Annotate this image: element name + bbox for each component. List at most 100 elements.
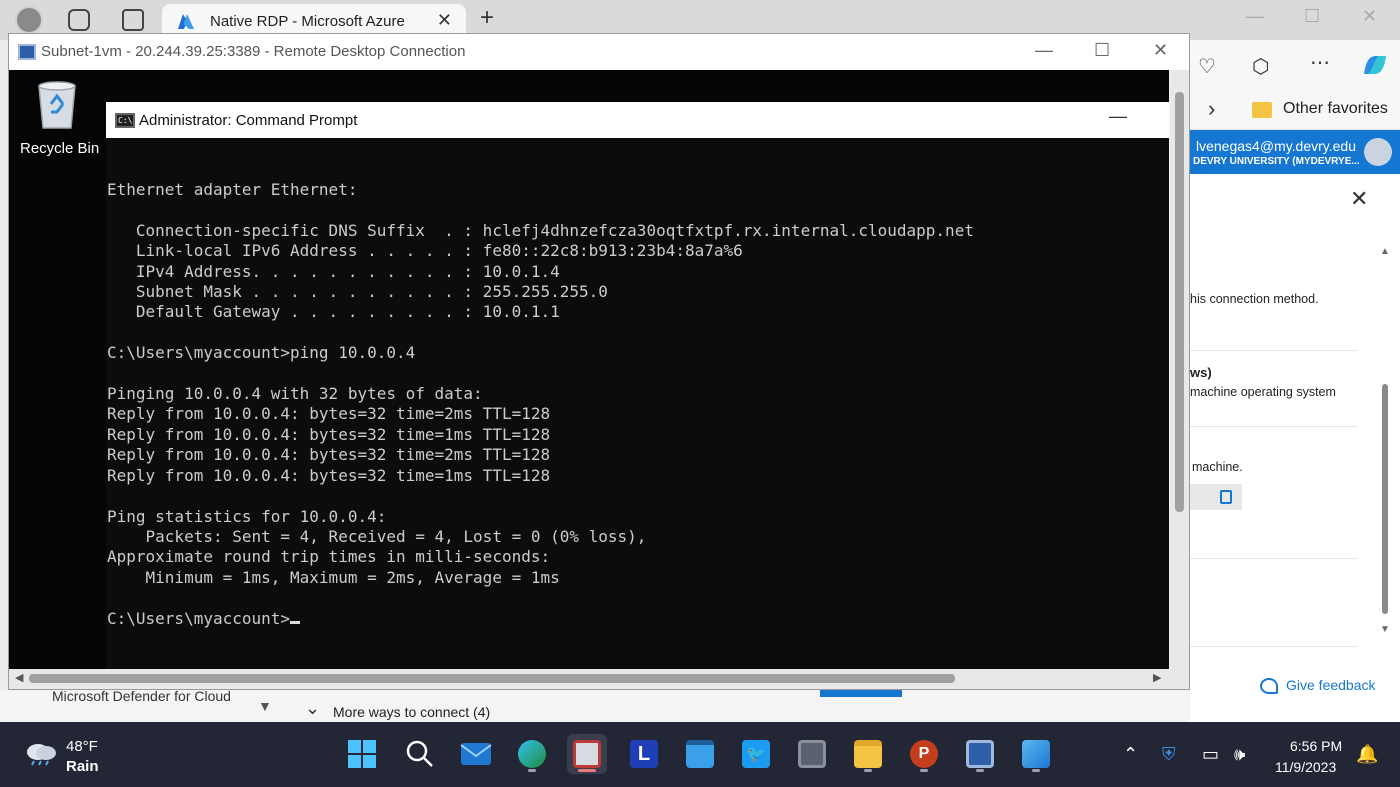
cmd-line: IPv4 Address. . . . . . . . . . . : 10.0… — [107, 261, 560, 281]
feedback-icon — [1260, 678, 1278, 694]
minimize-icon[interactable]: — — [1109, 106, 1127, 127]
cmd-line: Subnet Mask . . . . . . . . . . . : 255.… — [107, 282, 608, 302]
search-button[interactable] — [400, 734, 440, 774]
notification-bell-icon[interactable]: 🔔 — [1356, 744, 1378, 765]
browser-toolbar: ♡ ⬡ ⋯ — [1190, 40, 1400, 90]
more-icon[interactable]: ⋯ — [1310, 50, 1330, 75]
favorites-bar: › Other favorites — [1190, 90, 1400, 130]
cmd-line — [107, 323, 1169, 343]
close-panel-icon[interactable]: ✕ — [1350, 186, 1368, 212]
chevron-down-icon[interactable]: ⌄ — [305, 698, 320, 719]
cmd-title-bar[interactable]: C:\ Administrator: Command Prompt — — [106, 102, 1169, 138]
close-icon[interactable]: ✕ — [1362, 6, 1377, 27]
health-icon[interactable]: ♡ — [1198, 54, 1216, 79]
taskbar-notepad[interactable] — [680, 734, 720, 774]
rdp-title-bar[interactable]: Subnet-1vm - 20.244.39.25:3389 - Remote … — [9, 34, 1189, 70]
taskbar-paint[interactable] — [1016, 734, 1056, 774]
account-org: DEVRY UNIVERSITY (MYDEVRYE... — [1193, 156, 1360, 167]
windows-icon — [348, 740, 376, 768]
close-tab-icon[interactable]: ✕ — [437, 10, 452, 31]
minimize-icon[interactable]: — — [1246, 6, 1264, 27]
give-feedback-link[interactable]: Give feedback — [1286, 677, 1376, 693]
rdp-connection-icon — [966, 740, 994, 768]
cmd-line — [107, 486, 1169, 506]
minimize-icon[interactable]: — — [1035, 40, 1053, 61]
text-cursor — [290, 620, 301, 624]
volume-icon[interactable]: 🕪 — [1234, 744, 1245, 765]
scroll-left-icon[interactable]: ◀ — [15, 671, 23, 684]
other-favorites[interactable]: Other favorites — [1283, 100, 1388, 118]
maximize-icon[interactable]: ☐ — [1304, 6, 1320, 27]
portal-bottom-strip: Microsoft Defender for Cloud ▼ ⌄ More wa… — [0, 688, 1190, 722]
more-ways-to-connect[interactable]: More ways to connect (4) — [333, 704, 490, 720]
cmd-line — [107, 588, 1169, 608]
scroll-thumb[interactable] — [29, 674, 955, 683]
divider — [1190, 426, 1358, 427]
tab-actions-icon[interactable] — [122, 9, 144, 31]
primary-button-edge[interactable] — [820, 690, 902, 697]
divider — [1190, 350, 1358, 351]
recycle-bin-icon[interactable] — [35, 78, 79, 130]
recycle-bin-label: Recycle Bin — [20, 140, 100, 157]
remote-desktop-icon — [573, 740, 601, 768]
taskbar-mail[interactable] — [456, 734, 496, 774]
account-email: lvenegas4@my.devry.edu — [1196, 138, 1356, 154]
panel-text-machine: machine. — [1192, 460, 1243, 474]
weather-rain-icon[interactable] — [24, 740, 58, 766]
cmd-line — [107, 200, 1169, 220]
vertical-scrollbar[interactable] — [1170, 70, 1189, 669]
cmd-line: Reply from 10.0.0.4: bytes=32 time=1ms T… — [107, 465, 551, 485]
avatar[interactable] — [1364, 138, 1392, 166]
taskbar-rdp-connection[interactable] — [960, 734, 1000, 774]
scroll-down-icon[interactable]: ▼ — [1380, 624, 1390, 635]
copy-icon — [1220, 490, 1232, 504]
new-tab-icon[interactable]: + — [480, 4, 494, 32]
remote-desktop-area[interactable]: Recycle Bin C:\ Administrator: Command P… — [9, 70, 1169, 669]
paint-icon — [1022, 740, 1050, 768]
chevron-right-icon[interactable]: › — [1208, 96, 1215, 122]
panel-text-connection: his connection method. — [1190, 292, 1319, 306]
cmd-line: Pinging 10.0.0.4 with 32 bytes of data: — [107, 384, 483, 404]
taskbar-remote-desktop[interactable] — [567, 734, 607, 774]
twitter-icon: 🐦 — [742, 740, 770, 768]
network-icon[interactable]: ▭ — [1202, 744, 1219, 765]
copy-button[interactable] — [1190, 484, 1242, 510]
running-indicator — [920, 769, 928, 772]
panel-text-os: machine operating system — [1190, 385, 1336, 399]
shield-icon[interactable]: ⛨ — [1162, 744, 1176, 765]
cmd-line: Ping statistics for 10.0.0.4: — [107, 506, 387, 526]
account-bar[interactable]: lvenegas4@my.devry.edu DEVRY UNIVERSITY … — [1190, 130, 1400, 174]
taskbar-calculator[interactable] — [792, 734, 832, 774]
scroll-thumb[interactable] — [1382, 384, 1388, 614]
azure-connect-panel: ✕ ▲ his connection method. ws) machine o… — [1190, 174, 1400, 722]
copilot-icon[interactable] — [1360, 52, 1390, 78]
cmd-line — [107, 364, 1169, 384]
scroll-right-icon[interactable]: ▶ — [1153, 671, 1161, 684]
profile-icon[interactable] — [15, 6, 43, 34]
clock-date[interactable]: 11/9/2023 — [1275, 759, 1336, 775]
chevron-down-icon[interactable]: ▼ — [258, 698, 272, 714]
taskbar-file-explorer[interactable] — [848, 734, 888, 774]
running-indicator — [1032, 769, 1040, 772]
cmd-line: Minimum = 1ms, Maximum = 2ms, Average = … — [107, 567, 560, 587]
weather-temp[interactable]: 48°F — [66, 738, 98, 755]
horizontal-scrollbar[interactable]: ◀ ▶ — [9, 669, 1189, 689]
taskbar-l-app[interactable]: L — [624, 734, 664, 774]
rdp-title: Subnet-1vm - 20.244.39.25:3389 - Remote … — [41, 43, 466, 60]
taskbar-edge[interactable] — [512, 734, 552, 774]
workspaces-icon[interactable] — [68, 9, 90, 31]
taskbar-twitter[interactable]: 🐦 — [736, 734, 776, 774]
cmd-output[interactable]: Ethernet adapter Ethernet: Connection-sp… — [106, 138, 1169, 669]
weather-condition[interactable]: Rain — [66, 758, 99, 775]
cmd-icon: C:\ — [115, 113, 135, 128]
close-icon[interactable]: ✕ — [1153, 40, 1168, 61]
defender-item[interactable]: Microsoft Defender for Cloud — [52, 688, 231, 704]
panel-scrollbar[interactable] — [1378, 244, 1392, 634]
scroll-thumb[interactable] — [1175, 92, 1184, 512]
clock-time[interactable]: 6:56 PM — [1290, 738, 1342, 754]
taskbar-powerpoint[interactable]: P — [904, 734, 944, 774]
start-button[interactable] — [342, 734, 382, 774]
maximize-icon[interactable]: ☐ — [1094, 40, 1110, 61]
chevron-up-icon[interactable]: ⌃ — [1123, 744, 1138, 765]
extensions-icon[interactable]: ⬡ — [1252, 54, 1269, 79]
